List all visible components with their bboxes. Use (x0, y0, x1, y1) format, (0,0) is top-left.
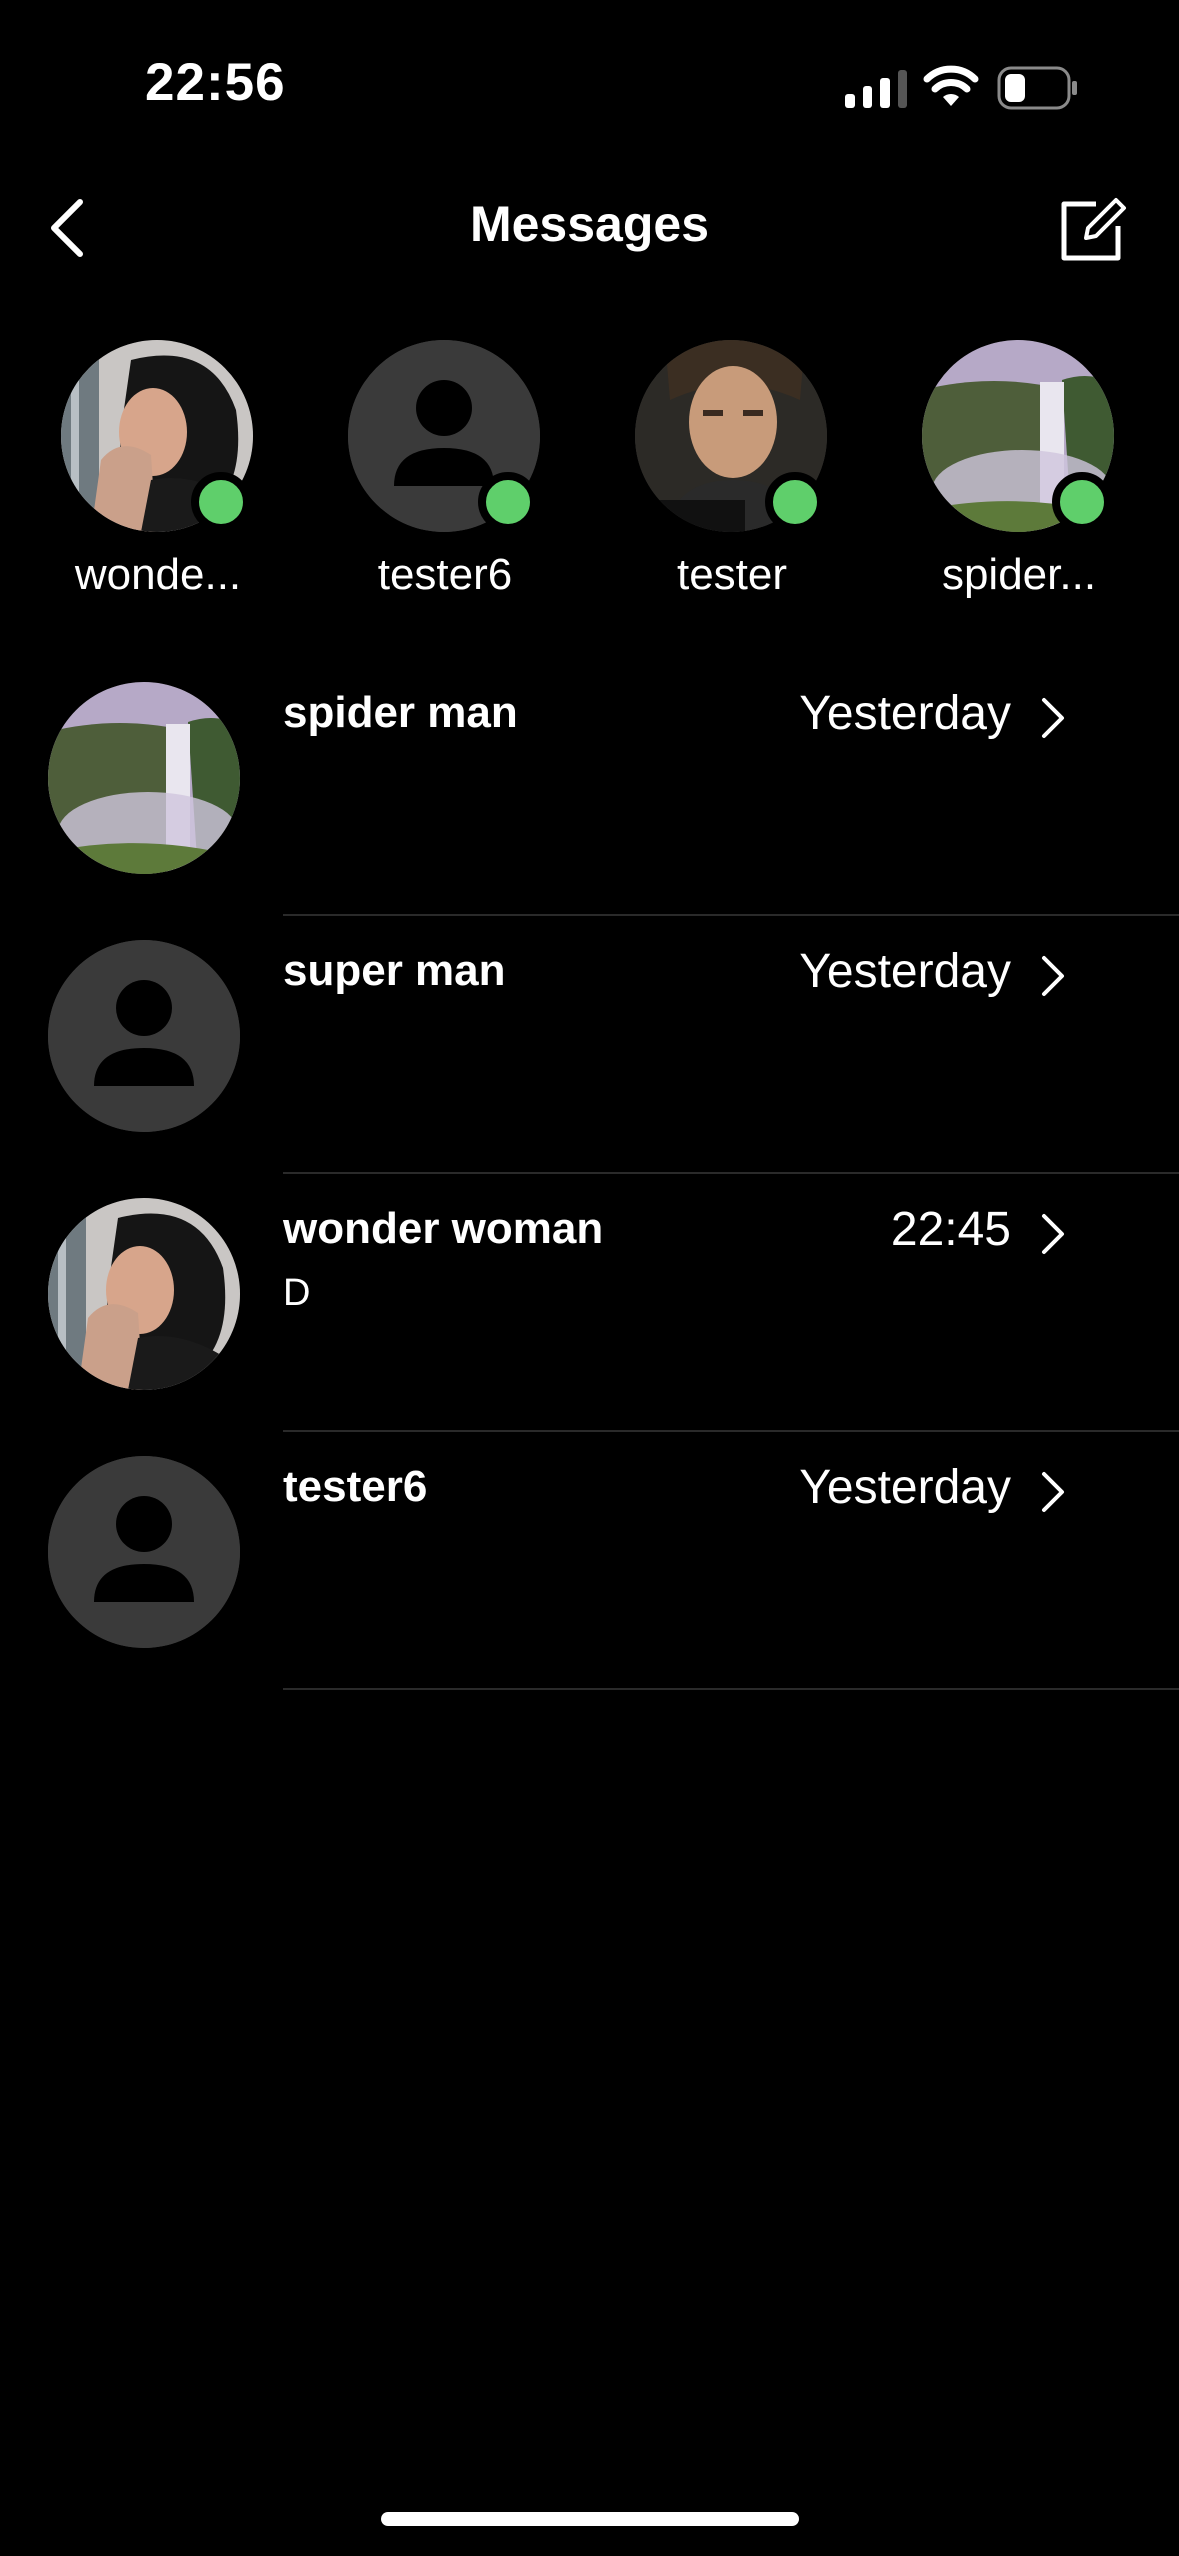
story-item-tester6[interactable]: tester6 (335, 340, 555, 620)
story-name: spider... (941, 550, 1097, 599)
page-title: Messages (469, 196, 710, 252)
avatar (48, 940, 240, 1132)
story-name: tester (676, 550, 788, 599)
story-item-wonder[interactable]: wonde... (48, 340, 268, 620)
story-name: wonde... (74, 550, 242, 599)
default-person-icon (48, 940, 240, 1132)
conversation-time: 22:45 (890, 1203, 1011, 1256)
chevron-right-icon (1042, 1214, 1064, 1254)
compose-button[interactable] (1056, 194, 1128, 266)
online-indicator (191, 472, 251, 532)
online-indicator (1052, 472, 1112, 532)
conversation-row[interactable]: wonder woman D 22:45 (0, 1174, 1179, 1432)
message-preview: D (283, 1272, 311, 1314)
battery-icon (997, 66, 1077, 110)
cellular-signal-icon (845, 68, 907, 108)
avatar (48, 682, 240, 874)
online-indicator (478, 472, 538, 532)
conversation-time: Yesterday (799, 945, 1011, 998)
conversation-row[interactable]: spider man Yesterday (0, 658, 1179, 916)
home-indicator[interactable] (381, 2512, 799, 2526)
avatar (48, 1198, 240, 1390)
default-person-icon (48, 1456, 240, 1648)
conversation-row[interactable]: super man Yesterday (0, 916, 1179, 1174)
divider (283, 1688, 1179, 1690)
avatar (48, 1456, 240, 1648)
story-name: tester6 (377, 550, 513, 599)
status-time: 22:56 (145, 53, 286, 112)
online-indicator (765, 472, 825, 532)
conversation-name: super man (283, 946, 506, 995)
conversation-name: wonder woman (283, 1204, 604, 1253)
chevron-right-icon (1042, 1472, 1064, 1512)
chevron-right-icon (1042, 956, 1064, 996)
conversation-row[interactable]: tester6 Yesterday (0, 1432, 1179, 1690)
chevron-right-icon (1042, 698, 1064, 738)
story-item-spider[interactable]: spider... (909, 340, 1129, 620)
conversation-name: tester6 (283, 1462, 428, 1511)
story-item-tester[interactable]: tester (622, 340, 842, 620)
conversation-time: Yesterday (799, 687, 1011, 740)
conversation-name: spider man (283, 688, 518, 737)
wifi-icon (923, 65, 979, 106)
conversation-time: Yesterday (799, 1461, 1011, 1514)
